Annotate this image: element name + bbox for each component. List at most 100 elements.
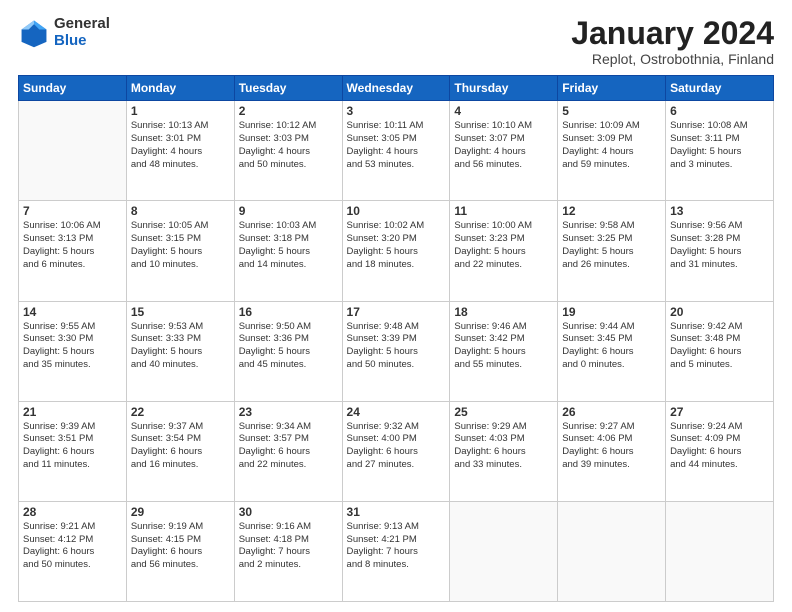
calendar-cell: 3Sunrise: 10:11 AM Sunset: 3:05 PM Dayli… (342, 101, 450, 201)
day-detail: Sunrise: 10:08 AM Sunset: 3:11 PM Daylig… (670, 120, 769, 171)
day-number: 7 (23, 204, 122, 218)
calendar-cell: 22 Sunrise: 9:37 AM Sunset: 3:54 PM Dayli… (126, 401, 234, 501)
day-detail: Sunrise: 9:24 AM Sunset: 4:09 PM Dayligh… (670, 421, 769, 472)
calendar-cell: 18 Sunrise: 9:46 AM Sunset: 3:42 PM Dayli… (450, 301, 558, 401)
day-detail: Sunrise: 9:13 AM Sunset: 4:21 PM Dayligh… (347, 521, 446, 572)
day-number: 14 (23, 305, 122, 319)
calendar-cell: 17 Sunrise: 9:48 AM Sunset: 3:39 PM Dayli… (342, 301, 450, 401)
week-row-3: 21 Sunrise: 9:39 AM Sunset: 3:51 PM Dayli… (19, 401, 774, 501)
header-wednesday: Wednesday (342, 76, 450, 101)
day-detail: Sunrise: 9:27 AM Sunset: 4:06 PM Dayligh… (562, 421, 661, 472)
day-number: 5 (562, 104, 661, 118)
day-detail: Sunrise: 9:32 AM Sunset: 4:00 PM Dayligh… (347, 421, 446, 472)
logo-icon (18, 17, 50, 49)
calendar-cell: 19 Sunrise: 9:44 AM Sunset: 3:45 PM Dayli… (558, 301, 666, 401)
day-detail: Sunrise: 9:50 AM Sunset: 3:36 PM Dayligh… (239, 321, 338, 372)
calendar-cell: 8Sunrise: 10:05 AM Sunset: 3:15 PM Dayli… (126, 201, 234, 301)
day-detail: Sunrise: 9:58 AM Sunset: 3:25 PM Dayligh… (562, 220, 661, 271)
day-number: 1 (131, 104, 230, 118)
day-number: 22 (131, 405, 230, 419)
day-detail: Sunrise: 9:29 AM Sunset: 4:03 PM Dayligh… (454, 421, 553, 472)
day-detail: Sunrise: 9:48 AM Sunset: 3:39 PM Dayligh… (347, 321, 446, 372)
calendar-cell: 23 Sunrise: 9:34 AM Sunset: 3:57 PM Dayli… (234, 401, 342, 501)
calendar-page: General Blue January 2024 Replot, Ostrob… (0, 0, 792, 612)
week-row-4: 28Sunrise: 9:21 AM Sunset: 4:12 PM Dayli… (19, 501, 774, 601)
day-number: 31 (347, 505, 446, 519)
title-block: January 2024 Replot, Ostrobothnia, Finla… (571, 16, 774, 67)
day-number: 26 (562, 405, 661, 419)
day-number: 29 (131, 505, 230, 519)
weekday-row: Sunday Monday Tuesday Wednesday Thursday… (19, 76, 774, 101)
week-row-2: 14 Sunrise: 9:55 AM Sunset: 3:30 PM Dayli… (19, 301, 774, 401)
day-detail: Sunrise: 10:05 AM Sunset: 3:15 PM Daylig… (131, 220, 230, 271)
day-detail: Sunrise: 9:39 AM Sunset: 3:51 PM Dayligh… (23, 421, 122, 472)
day-number: 25 (454, 405, 553, 419)
day-number: 17 (347, 305, 446, 319)
calendar-cell: 24Sunrise: 9:32 AM Sunset: 4:00 PM Dayli… (342, 401, 450, 501)
day-number: 28 (23, 505, 122, 519)
header-saturday: Saturday (666, 76, 774, 101)
calendar-cell: 15Sunrise: 9:53 AM Sunset: 3:33 PM Dayli… (126, 301, 234, 401)
day-detail: Sunrise: 9:16 AM Sunset: 4:18 PM Dayligh… (239, 521, 338, 572)
calendar-cell: 1 Sunrise: 10:13 AM Sunset: 3:01 PM Dayli… (126, 101, 234, 201)
day-number: 16 (239, 305, 338, 319)
day-detail: Sunrise: 9:55 AM Sunset: 3:30 PM Dayligh… (23, 321, 122, 372)
calendar-cell: 7 Sunrise: 10:06 AM Sunset: 3:13 PM Dayli… (19, 201, 127, 301)
calendar-cell: 4 Sunrise: 10:10 AM Sunset: 3:07 PM Dayli… (450, 101, 558, 201)
calendar-cell: 30 Sunrise: 9:16 AM Sunset: 4:18 PM Dayli… (234, 501, 342, 601)
day-detail: Sunrise: 10:13 AM Sunset: 3:01 PM Daylig… (131, 120, 230, 171)
calendar-cell: 31 Sunrise: 9:13 AM Sunset: 4:21 PM Dayli… (342, 501, 450, 601)
calendar-cell: 10 Sunrise: 10:02 AM Sunset: 3:20 PM Dayl… (342, 201, 450, 301)
day-detail: Sunrise: 9:46 AM Sunset: 3:42 PM Dayligh… (454, 321, 553, 372)
day-detail: Sunrise: 9:37 AM Sunset: 3:54 PM Dayligh… (131, 421, 230, 472)
logo: General Blue (18, 16, 110, 49)
calendar-cell: 29 Sunrise: 9:19 AM Sunset: 4:15 PM Dayli… (126, 501, 234, 601)
calendar-cell: 12 Sunrise: 9:58 AM Sunset: 3:25 PM Dayli… (558, 201, 666, 301)
day-number: 13 (670, 204, 769, 218)
calendar-cell: 21 Sunrise: 9:39 AM Sunset: 3:51 PM Dayli… (19, 401, 127, 501)
day-detail: Sunrise: 10:00 AM Sunset: 3:23 PM Daylig… (454, 220, 553, 271)
header-tuesday: Tuesday (234, 76, 342, 101)
day-detail: Sunrise: 10:12 AM Sunset: 3:03 PM Daylig… (239, 120, 338, 171)
day-number: 30 (239, 505, 338, 519)
day-number: 6 (670, 104, 769, 118)
day-number: 15 (131, 305, 230, 319)
calendar-cell: 2 Sunrise: 10:12 AM Sunset: 3:03 PM Dayli… (234, 101, 342, 201)
day-number: 12 (562, 204, 661, 218)
calendar-title: January 2024 (571, 16, 774, 51)
day-detail: Sunrise: 9:42 AM Sunset: 3:48 PM Dayligh… (670, 321, 769, 372)
header-thursday: Thursday (450, 76, 558, 101)
day-detail: Sunrise: 9:56 AM Sunset: 3:28 PM Dayligh… (670, 220, 769, 271)
day-detail: Sunrise: 9:34 AM Sunset: 3:57 PM Dayligh… (239, 421, 338, 472)
day-number: 21 (23, 405, 122, 419)
calendar-cell: 5Sunrise: 10:09 AM Sunset: 3:09 PM Dayli… (558, 101, 666, 201)
day-detail: Sunrise: 10:02 AM Sunset: 3:20 PM Daylig… (347, 220, 446, 271)
day-number: 18 (454, 305, 553, 319)
day-detail: Sunrise: 9:44 AM Sunset: 3:45 PM Dayligh… (562, 321, 661, 372)
day-detail: Sunrise: 9:19 AM Sunset: 4:15 PM Dayligh… (131, 521, 230, 572)
calendar-cell (558, 501, 666, 601)
calendar-cell: 11Sunrise: 10:00 AM Sunset: 3:23 PM Dayl… (450, 201, 558, 301)
calendar-cell (450, 501, 558, 601)
week-row-0: 1 Sunrise: 10:13 AM Sunset: 3:01 PM Dayli… (19, 101, 774, 201)
day-number: 3 (347, 104, 446, 118)
calendar-cell: 20 Sunrise: 9:42 AM Sunset: 3:48 PM Dayli… (666, 301, 774, 401)
day-number: 2 (239, 104, 338, 118)
header-sunday: Sunday (19, 76, 127, 101)
day-number: 4 (454, 104, 553, 118)
calendar-body: 1 Sunrise: 10:13 AM Sunset: 3:01 PM Dayli… (19, 101, 774, 602)
calendar-cell: 9Sunrise: 10:03 AM Sunset: 3:18 PM Dayli… (234, 201, 342, 301)
day-number: 20 (670, 305, 769, 319)
day-number: 19 (562, 305, 661, 319)
day-detail: Sunrise: 10:06 AM Sunset: 3:13 PM Daylig… (23, 220, 122, 271)
logo-text: General Blue (54, 16, 110, 49)
calendar-cell: 14 Sunrise: 9:55 AM Sunset: 3:30 PM Dayli… (19, 301, 127, 401)
day-detail: Sunrise: 10:10 AM Sunset: 3:07 PM Daylig… (454, 120, 553, 171)
calendar-cell: 28Sunrise: 9:21 AM Sunset: 4:12 PM Dayli… (19, 501, 127, 601)
day-number: 23 (239, 405, 338, 419)
calendar-subtitle: Replot, Ostrobothnia, Finland (571, 51, 774, 67)
day-detail: Sunrise: 10:03 AM Sunset: 3:18 PM Daylig… (239, 220, 338, 271)
header: General Blue January 2024 Replot, Ostrob… (18, 16, 774, 67)
calendar-cell: 16 Sunrise: 9:50 AM Sunset: 3:36 PM Dayli… (234, 301, 342, 401)
day-number: 10 (347, 204, 446, 218)
